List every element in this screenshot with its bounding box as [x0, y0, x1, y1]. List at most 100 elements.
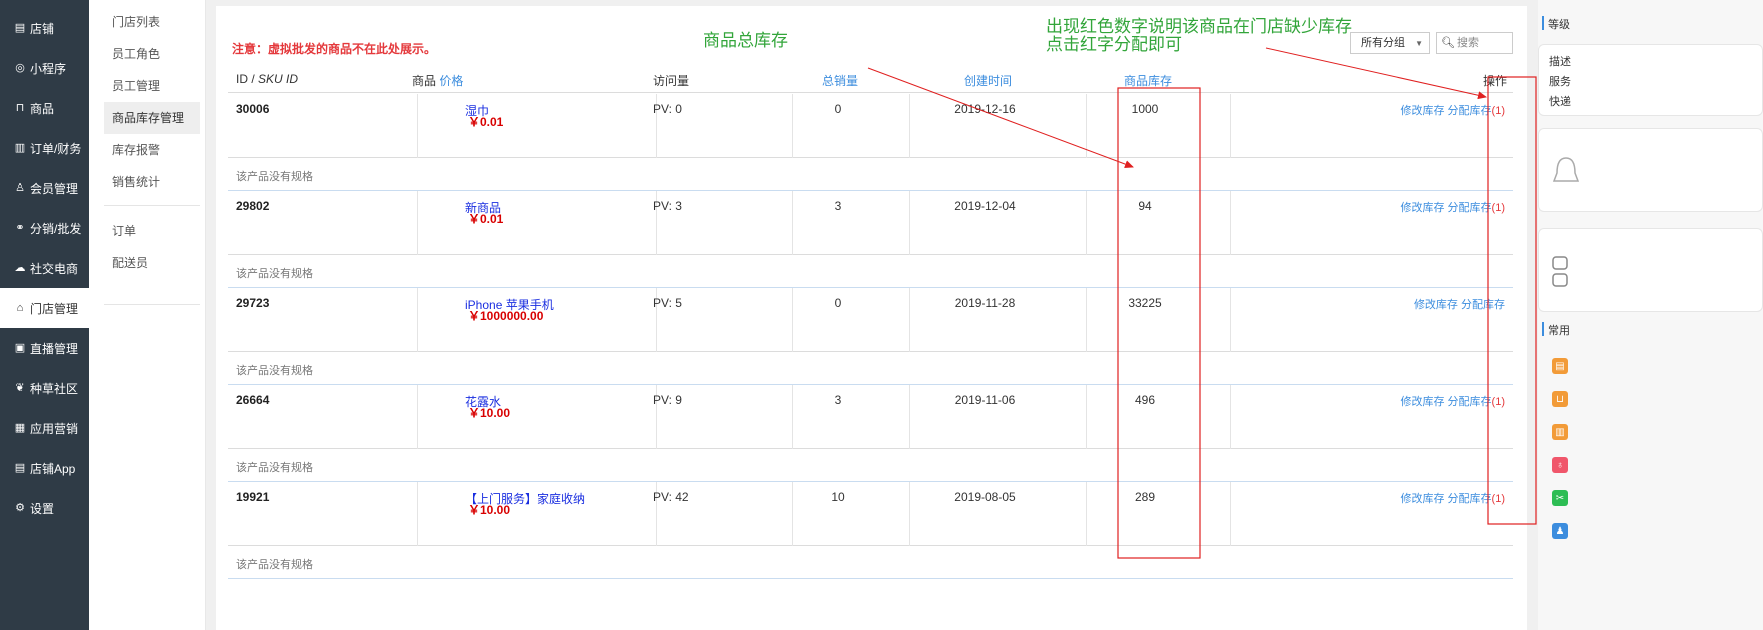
quick-tools-icon[interactable]: ✂ [1552, 490, 1568, 506]
cell-divider [909, 288, 910, 352]
sub-navigation: 门店列表 员工角色 员工管理 商品库存管理 库存报警 销售统计订单 配送员 [89, 0, 206, 630]
header-id-label: ID [236, 72, 248, 86]
subnav-item-6[interactable]: 订单 [104, 215, 200, 247]
quick-user-icon[interactable]: ♟ [1552, 523, 1568, 539]
search-placeholder: 搜索 [1456, 37, 1479, 49]
header-product-label: 商品 [412, 74, 437, 88]
sidebar-item-0[interactable]: ▤ 店铺 [0, 8, 89, 48]
header-stock[interactable]: 商品库存 [1124, 72, 1172, 89]
subnav-item-4[interactable]: 库存报警 [104, 134, 200, 166]
sidebar-item-8[interactable]: ▣ 直播管理 [0, 328, 89, 368]
sidebar-item-label: 设置 [30, 501, 55, 516]
leaf-icon: ❦ [15, 381, 25, 394]
stock-management-panel: 注意：虚拟批发的商品不在此处展示。 商品总库存 出现红色数字说明该商品在门店缺少… [216, 6, 1527, 630]
assign-stock-link[interactable]: 分配库存(1) [1448, 105, 1505, 117]
sidebar-item-5[interactable]: ⚭ 分销/批发 [0, 208, 89, 248]
sidebar-item-1[interactable]: ◎ 小程序 [0, 48, 89, 88]
modify-stock-link[interactable]: 修改库存 [1400, 493, 1444, 505]
sidebar-item-3[interactable]: ▥ 订单/财务 [0, 128, 89, 168]
section-common-title: 常用 [1548, 325, 1570, 337]
spec-row: 该产品没有规格 [228, 352, 1513, 385]
notice-text: 注意：虚拟批发的商品不在此处展示。 [232, 42, 437, 56]
stock-count: 94 [1138, 199, 1152, 213]
group-filter-value: 所有分组 [1361, 37, 1405, 49]
total-sales: 3 [834, 199, 842, 213]
quick-bag-icon[interactable]: ♁ [1552, 457, 1568, 473]
logo-text: 奶茶 [60, 0, 82, 2]
quick-cart-icon[interactable]: ⊔ [1552, 391, 1568, 407]
subnav-item-1[interactable]: 员工角色 [104, 38, 200, 70]
search-input[interactable]: 🔍︎ 搜索 [1436, 32, 1513, 54]
header-product: 商品 价格 [412, 72, 463, 89]
sidebar-item-4[interactable]: ♙ 会员管理 [0, 168, 89, 208]
quick-clipboard-icon[interactable]: ▥ [1552, 424, 1568, 440]
notification-card[interactable] [1538, 128, 1763, 212]
modify-stock-link[interactable]: 修改库存 [1414, 299, 1458, 311]
group-filter-select[interactable]: 所有分组 ▼ [1350, 32, 1430, 54]
home-icon: ⌂ [16, 301, 24, 314]
sidebar-item-label: 直播管理 [30, 341, 79, 356]
subnav-item-0[interactable]: 门店列表 [104, 6, 200, 38]
row-actions: 修改库存 分配库存(1) [1400, 393, 1505, 409]
spec-row: 该产品没有规格 [228, 158, 1513, 191]
quick-doc-icon[interactable]: ▤ [1552, 358, 1568, 374]
cell-divider [417, 191, 418, 255]
modify-stock-link[interactable]: 修改库存 [1400, 396, 1444, 408]
annotation-red-number: 出现红色数字说明该商品在门店缺少库存 点击红字分配即可 [1046, 18, 1352, 54]
page-views: PV: 42 [653, 490, 689, 504]
subnav-item-3[interactable]: 商品库存管理 [104, 102, 200, 134]
live-icon: ▣ [14, 341, 26, 354]
sidebar-item-10[interactable]: ▦ 应用营销 [0, 408, 89, 448]
stock-count: 33225 [1128, 296, 1162, 310]
sidebar-item-label: 订单/财务 [30, 141, 82, 156]
app-icon: ▤ [14, 461, 26, 474]
table-row: 29723 iPhone 苹果手机 ￥1000000.00 PV: 5 0 2019-11… [228, 288, 1513, 352]
annotation-line-1: 出现红色数字说明该商品在门店缺少库存 [1046, 17, 1352, 37]
table-row: 29802 新商品 ￥0.01 PV: 3 3 2019-12-04 94 修改库存 分配库存… [228, 191, 1513, 255]
stock-count: 289 [1134, 490, 1156, 504]
cell-divider [417, 94, 418, 158]
header-created[interactable]: 创建时间 [964, 72, 1012, 89]
sidebar-item-7[interactable]: ⌂ 门店管理 [0, 288, 89, 328]
right-panel: 等级 描述 服务 快递 常用 ▤ ⊔ ▥ ♁ ✂ ♟ [1538, 0, 1763, 630]
header-price-sort[interactable]: 价格 [439, 74, 463, 88]
shop-icon: ▤ [14, 21, 26, 34]
section-marker [1542, 16, 1544, 30]
total-sales: 3 [834, 393, 842, 407]
product-id: 29723 [236, 296, 270, 310]
no-spec-text: 该产品没有规格 [236, 365, 313, 377]
sidebar-item-label: 会员管理 [30, 181, 79, 196]
grid-icon [1552, 256, 1568, 287]
gear-icon: ⚙ [15, 501, 25, 514]
subnav-divider-0 [104, 205, 200, 206]
header-total-sales[interactable]: 总销量 [822, 72, 858, 89]
subnav-item-5[interactable]: 销售统计 [104, 166, 200, 198]
assign-stock-label: 分配库存 [1447, 493, 1492, 505]
sidebar-item-9[interactable]: ❦ 种草社区 [0, 368, 89, 408]
product-id: 26664 [236, 393, 270, 407]
modify-stock-link[interactable]: 修改库存 [1400, 202, 1444, 214]
spec-row: 该产品没有规格 [228, 546, 1513, 579]
sidebar-item-6[interactable]: ☁ 社交电商 [0, 248, 89, 288]
product-price: ￥10.00 [468, 406, 511, 420]
created-date: 2019-11-28 [954, 296, 1016, 310]
apps-card[interactable] [1538, 228, 1763, 312]
rating-desc: 描述 [1549, 56, 1571, 68]
assign-stock-link[interactable]: 分配库存(1) [1448, 493, 1505, 505]
product-price: ￥0.01 [468, 115, 504, 129]
sidebar-item-label: 应用营销 [30, 421, 79, 436]
assign-stock-link[interactable]: 分配库存(1) [1448, 396, 1505, 408]
sidebar-item-12[interactable]: ⚙ 设置 [0, 488, 89, 528]
sidebar-item-11[interactable]: ▤ 店铺App [0, 448, 89, 488]
modify-stock-link[interactable]: 修改库存 [1400, 105, 1444, 117]
assign-stock-link[interactable]: 分配库存(1) [1448, 202, 1505, 214]
assign-stock-link[interactable]: 分配库存 [1461, 299, 1505, 311]
subnav-item-2[interactable]: 员工管理 [104, 70, 200, 102]
cell-divider [909, 385, 910, 449]
stock-count: 496 [1134, 393, 1156, 407]
sidebar-item-2[interactable]: ⊓ 商品 [0, 88, 89, 128]
subnav-item-7[interactable]: 配送员 [104, 247, 200, 279]
created-date: 2019-12-04 [954, 199, 1016, 213]
header-id: ID / SKU ID [236, 72, 299, 86]
annotation-total-stock: 商品总库存 [703, 31, 788, 51]
